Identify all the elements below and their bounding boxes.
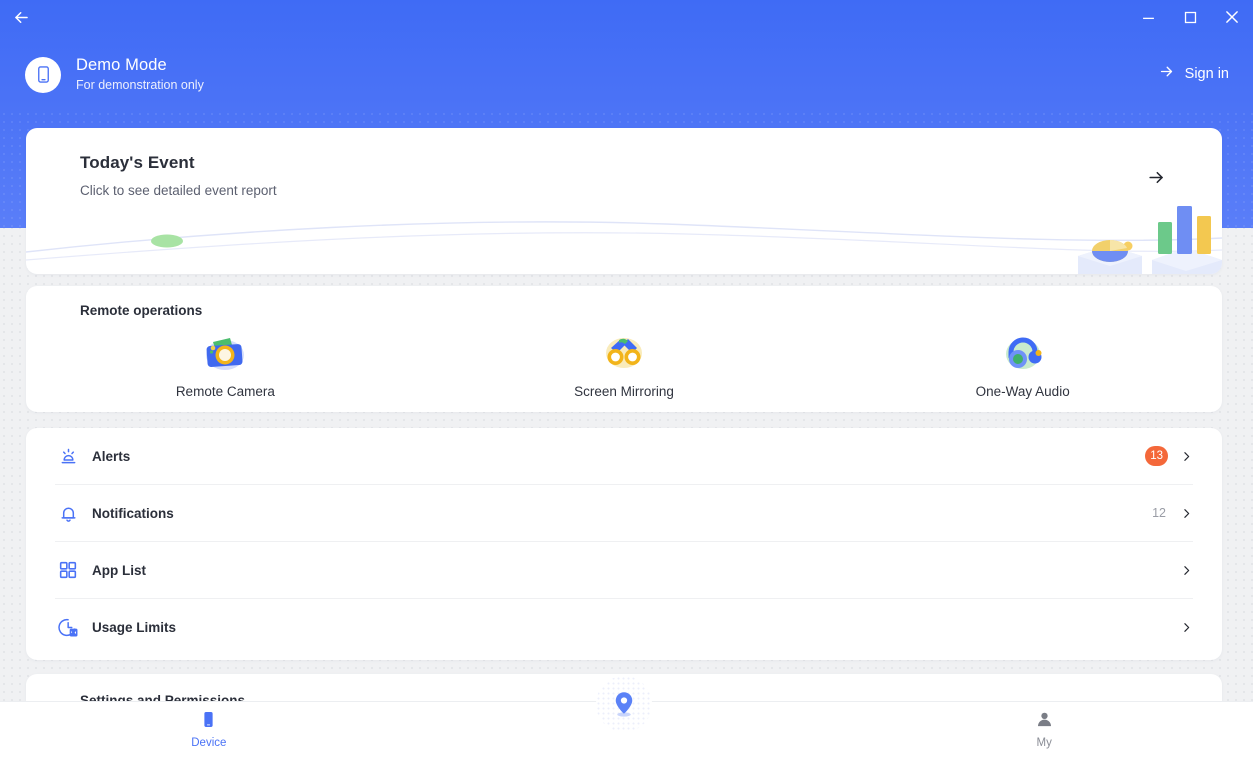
- arrow-right-icon[interactable]: [1143, 164, 1169, 190]
- list-item-label: Usage Limits: [92, 620, 177, 635]
- minimize-icon[interactable]: [1127, 0, 1169, 34]
- back-arrow-icon[interactable]: [4, 0, 38, 34]
- clock-hourglass-icon: [55, 615, 81, 641]
- sign-in-label: Sign in: [1184, 66, 1229, 82]
- arrow-right-icon: [1158, 63, 1175, 85]
- page-title: Demo Mode: [76, 56, 167, 74]
- list-item-app-list[interactable]: App List: [55, 542, 1193, 599]
- page-subtitle: For demonstration only: [76, 78, 204, 92]
- headphones-icon: [1005, 337, 1042, 369]
- chevron-right-icon[interactable]: [1179, 563, 1193, 577]
- nav-item-device[interactable]: Device: [0, 702, 418, 757]
- binoculars-icon: [606, 338, 642, 368]
- screen-mirroring-button[interactable]: Screen Mirroring: [425, 326, 824, 399]
- list-item-label: Notifications: [92, 505, 174, 521]
- alarm-light-icon: [55, 443, 81, 469]
- event-illustration: [26, 206, 1222, 274]
- remote-camera-button[interactable]: Remote Camera: [26, 326, 425, 399]
- list-item-label: Alerts: [92, 448, 131, 464]
- remote-operations-list: Remote Camera Screen Mirroring One-Way A…: [26, 326, 1222, 399]
- sign-in-button[interactable]: Sign in: [1158, 63, 1229, 85]
- close-icon[interactable]: [1211, 0, 1253, 34]
- phone-filled-icon: [199, 710, 218, 734]
- status-badge: 13: [1145, 446, 1168, 466]
- window-titlebar: [0, 0, 1253, 34]
- location-pin-icon[interactable]: [596, 676, 652, 732]
- list-item-label: App List: [92, 562, 146, 578]
- brand-text: Demo Mode For demonstration only: [76, 55, 204, 94]
- list-item-usage-limits[interactable]: Usage Limits: [55, 599, 1193, 656]
- one-way-audio-label: One-Way Audio: [975, 384, 1070, 399]
- brand-block: Demo Mode For demonstration only: [25, 55, 204, 94]
- person-icon: [1035, 710, 1054, 734]
- screen-mirroring-label: Screen Mirroring: [574, 384, 674, 399]
- event-card-title: Today's Event: [80, 153, 195, 172]
- nav-item-label: My: [1036, 737, 1052, 749]
- window-controls: [1127, 0, 1253, 34]
- grid-apps-icon: [55, 557, 81, 583]
- bottom-navigation: Device My: [0, 676, 1253, 757]
- chevron-right-icon[interactable]: [1179, 449, 1193, 463]
- maximize-icon[interactable]: [1169, 0, 1211, 34]
- bell-icon: [55, 500, 81, 526]
- list-item-notifications[interactable]: Notifications 12: [55, 485, 1193, 542]
- list-item-count: 12: [1152, 506, 1166, 520]
- chevron-right-icon[interactable]: [1179, 506, 1193, 520]
- nav-item-my[interactable]: My: [835, 702, 1253, 757]
- chevron-right-icon[interactable]: [1179, 621, 1193, 635]
- app-window: Demo Mode For demonstration only Sign in…: [0, 0, 1253, 757]
- todays-event-card[interactable]: Today's Event Click to see detailed even…: [26, 128, 1222, 274]
- remote-camera-label: Remote Camera: [175, 384, 275, 399]
- camera-icon: [206, 338, 245, 370]
- event-card-subtitle: Click to see detailed event report: [80, 183, 277, 198]
- nav-item-label: Device: [191, 737, 227, 749]
- list-item-alerts[interactable]: Alerts 13: [55, 428, 1193, 485]
- settings-permissions-title: Settings and Permissions: [80, 693, 246, 701]
- phone-icon: [25, 56, 61, 93]
- remote-operations-card: Remote operations Remote Camera Screen M…: [26, 286, 1222, 412]
- feature-list-card: Alerts 13 Notifications 12 App List Usag…: [26, 428, 1222, 660]
- one-way-audio-button[interactable]: One-Way Audio: [823, 326, 1222, 399]
- remote-operations-label: Remote operations: [80, 303, 203, 318]
- content-scroll-area[interactable]: Today's Event Click to see detailed even…: [0, 0, 1253, 701]
